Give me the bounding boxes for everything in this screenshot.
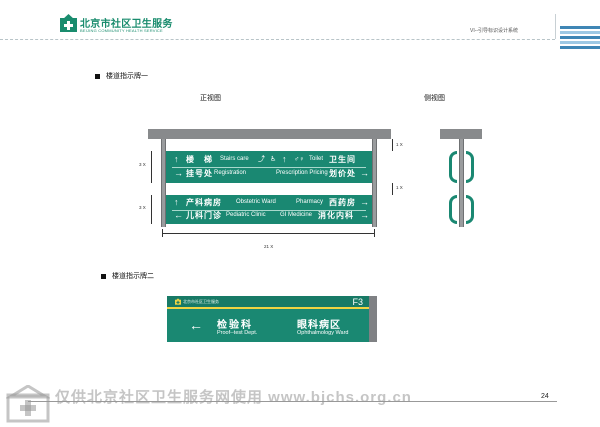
dim-gap-top: 1 X bbox=[396, 142, 403, 147]
dim-width: 21 X bbox=[264, 244, 274, 249]
dim-line-height2 bbox=[151, 195, 152, 224]
watermark: 仅供北京社区卫生服务网使用 www.bjchs.org.cn bbox=[0, 383, 600, 427]
panel2-row-top: ↑ 产科病房 Obstetric Ward Pharmacy 西药房 → bbox=[166, 196, 372, 209]
pharmacy-en: Pharmacy bbox=[296, 199, 324, 205]
side-hanging-pole bbox=[459, 139, 464, 227]
stripe bbox=[560, 41, 600, 44]
sign2-org-name: 北京市社区卫生服务 bbox=[183, 299, 219, 304]
stripe bbox=[560, 31, 600, 34]
lab-dept-cn: 检验科 bbox=[217, 320, 253, 331]
header-rule bbox=[0, 39, 555, 40]
panel1-row-top: ↑ 楼 梯 Stairs care ⤴ ♿ ↑ ♂♀ Toilet 卫生间 bbox=[166, 153, 372, 166]
stripe bbox=[560, 36, 600, 39]
hanging-pole-right bbox=[372, 139, 377, 227]
side-sign-edge-left bbox=[449, 151, 457, 183]
side-sign-edge-right bbox=[466, 195, 474, 224]
right-arrow-icon: → bbox=[360, 210, 369, 220]
dim-line-width bbox=[162, 233, 375, 234]
panel2-row-bottom: ← 儿科门诊 Pediatric Clinic GI Medicine 消化内科… bbox=[166, 209, 372, 222]
square-bullet-icon bbox=[101, 273, 106, 279]
brand-logo: 北京市社区卫生服务 BEIJING COMMUNITY HEALTH SERVI… bbox=[60, 14, 172, 38]
gi-medicine-cn: 消化内科 bbox=[318, 211, 354, 220]
dim-line-gap-mid bbox=[392, 183, 393, 195]
up-arrow-icon: ↑ bbox=[282, 154, 287, 164]
header-vertical-rule bbox=[555, 14, 556, 39]
dim-height2: 3 X bbox=[139, 205, 146, 210]
registration-en: Registration bbox=[214, 170, 247, 176]
wheelchair-icon: ♿ bbox=[270, 156, 277, 163]
ceiling-beam bbox=[148, 129, 391, 139]
lab-dept-en: Proof--test Dept. bbox=[217, 330, 258, 336]
pharmacy-cn: 西药房 bbox=[329, 198, 356, 207]
pricing-cn: 划价处 bbox=[329, 169, 356, 178]
dim-gap-mid: 1 X bbox=[396, 185, 403, 190]
stairs-icon: ⤴ bbox=[258, 156, 265, 163]
side-ceiling-beam bbox=[440, 129, 482, 139]
document-title: VI--引导标识设计系统 bbox=[470, 28, 519, 34]
square-bullet-icon bbox=[95, 73, 100, 79]
right-arrow-icon: → bbox=[360, 168, 369, 178]
watermark-logo-icon bbox=[6, 385, 50, 423]
ophthalmology-cn: 眼科病区 bbox=[297, 320, 341, 331]
section-title-1: 楼道指示牌一 bbox=[95, 71, 148, 81]
front-view-label: 正视图 bbox=[200, 95, 221, 102]
stripe bbox=[560, 46, 600, 49]
pediatric-cn: 儿科门诊 bbox=[186, 211, 222, 220]
logo-text-en: BEIJING COMMUNITY HEALTH SERVICE bbox=[80, 28, 163, 33]
side-sign-edge-right bbox=[466, 151, 474, 183]
dim-height1: 3 X bbox=[139, 162, 146, 167]
up-arrow-icon: ↑ bbox=[174, 154, 179, 164]
restroom-icon: ♂♀ bbox=[294, 156, 305, 163]
dim-tick-left bbox=[162, 229, 163, 237]
pricing-en: Prescription Pricing bbox=[276, 170, 328, 176]
dim-line-gap-top bbox=[392, 139, 393, 151]
dim-tick-right bbox=[374, 229, 375, 237]
right-arrow-icon: → bbox=[360, 197, 369, 207]
left-arrow-icon: ← bbox=[174, 210, 183, 220]
up-arrow-icon: ↑ bbox=[174, 197, 179, 207]
right-arrow-icon: → bbox=[174, 168, 183, 178]
stripe bbox=[560, 26, 600, 29]
obstetric-cn: 产科病房 bbox=[186, 198, 222, 207]
obstetric-en: Obstetric Ward bbox=[236, 199, 276, 205]
toilet-en: Toilet bbox=[309, 156, 324, 162]
sign-panel-2: ↑ 产科病房 Obstetric Ward Pharmacy 西药房 → ← 儿… bbox=[166, 195, 372, 224]
corridor-sign-2: 北京市社区卫生服务 F3 ← 检验科 Proof--test Dept. 眼科病… bbox=[167, 296, 377, 342]
logo-icon bbox=[175, 298, 181, 305]
logo-icon bbox=[60, 14, 77, 32]
toilet-cn: 卫生间 bbox=[329, 155, 356, 164]
panel1-row-bottom: → 挂号处 Registration Prescription Pricing … bbox=[166, 167, 372, 180]
sign-panel-1: ↑ 楼 梯 Stairs care ⤴ ♿ ↑ ♂♀ Toilet 卫生间 → … bbox=[166, 151, 372, 183]
decorative-stripes bbox=[560, 26, 600, 51]
section-title-2: 楼道指示牌二 bbox=[101, 271, 154, 281]
section-title-text: 楼道指示牌一 bbox=[106, 73, 148, 80]
ophthalmology-en: Ophthalmology Ward bbox=[297, 330, 349, 336]
side-view-label: 侧视图 bbox=[424, 95, 445, 102]
dim-line-height1 bbox=[151, 151, 152, 183]
sign2-edge bbox=[369, 296, 377, 342]
stairs-cn: 楼 梯 bbox=[186, 155, 213, 164]
gi-medicine-en: GI Medicine bbox=[280, 212, 313, 218]
stairs-en: Stairs care bbox=[220, 156, 249, 162]
pediatric-en: Pediatric Clinic bbox=[226, 212, 266, 218]
sign2-yellow-ribbon bbox=[167, 307, 377, 309]
section-title-text: 楼道指示牌二 bbox=[112, 273, 154, 280]
watermark-text: 仅供北京社区卫生服务网使用 www.bjchs.org.cn bbox=[55, 389, 412, 406]
floor-label: F3 bbox=[352, 297, 363, 307]
left-arrow-icon: ← bbox=[189, 317, 203, 333]
side-sign-edge-left bbox=[449, 195, 457, 224]
registration-cn: 挂号处 bbox=[186, 169, 213, 178]
